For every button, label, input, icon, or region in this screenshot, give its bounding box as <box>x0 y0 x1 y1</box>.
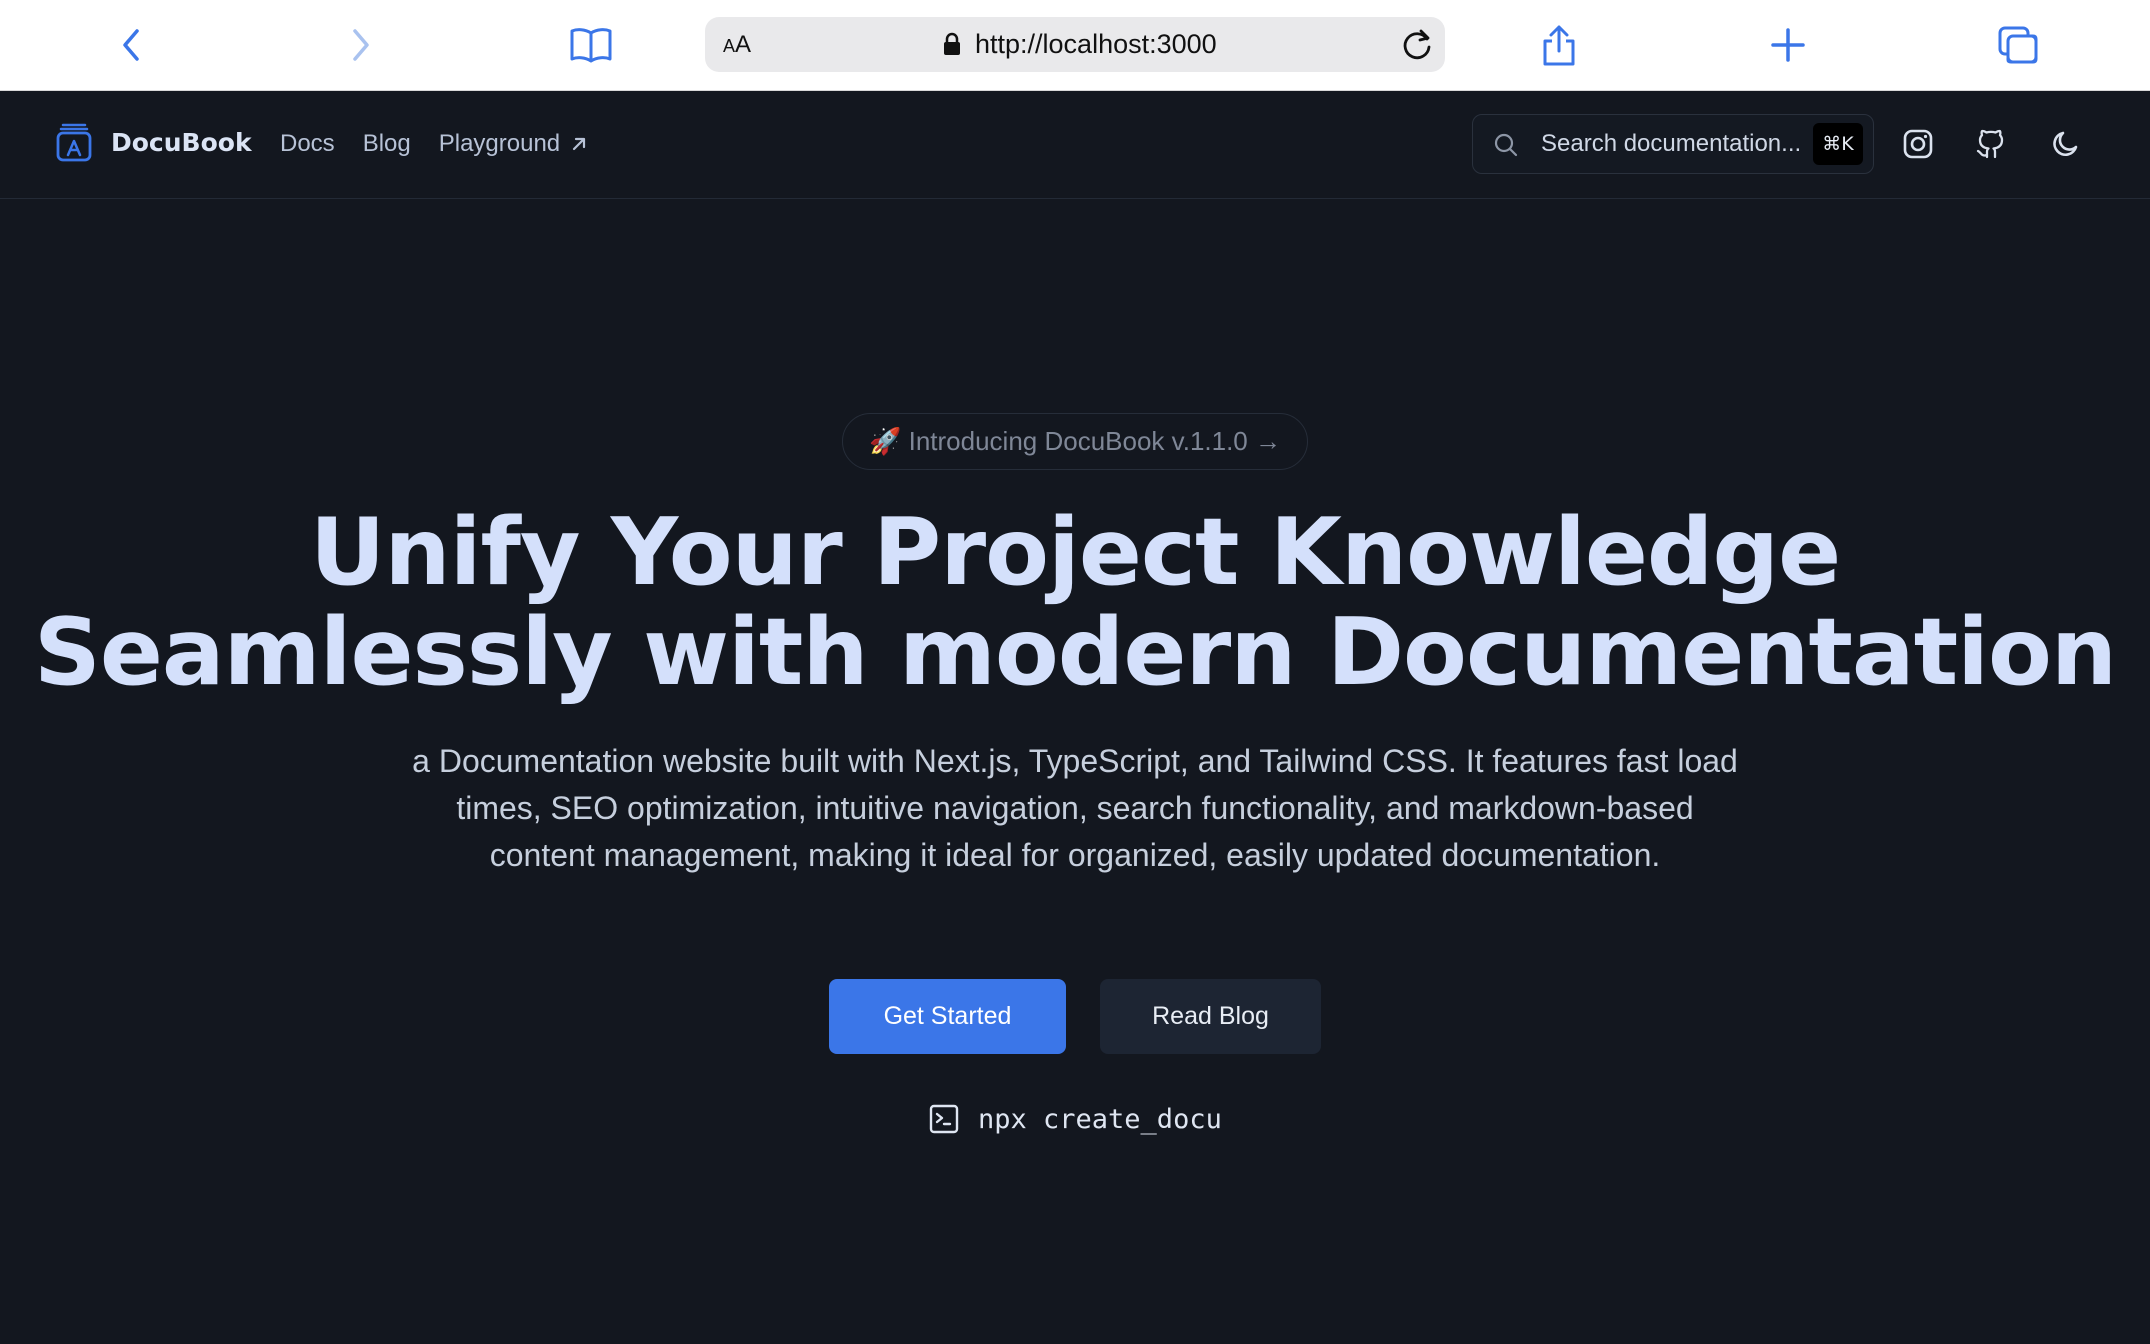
search-box[interactable]: Search documentation... ⌘K <box>1472 114 1874 174</box>
moon-icon[interactable] <box>2045 124 2085 164</box>
lock-icon <box>944 32 960 55</box>
headline-line-1: Unify Your Project Knowledge <box>309 498 1841 606</box>
nav-playground-link[interactable]: Playground <box>439 130 588 158</box>
forward-chevron-icon[interactable] <box>335 20 385 70</box>
install-command-text: npx create_docu <box>978 1103 1222 1135</box>
hero-subtitle: a Documentation website built with Next.… <box>412 743 1738 873</box>
nav-playground-label: Playground <box>438 130 561 157</box>
announcement-badge[interactable]: 🚀 Introducing DocuBook v.1.1.0 → <box>842 413 1308 470</box>
url-text: http://localhost:3000 <box>975 29 1217 59</box>
new-tab-plus-icon[interactable] <box>1763 20 1813 70</box>
main-nav: Docs Blog Playground <box>280 130 588 158</box>
install-command[interactable]: npx create_docu <box>928 1103 1222 1135</box>
tabs-overview-icon[interactable] <box>1993 20 2043 70</box>
back-chevron-icon[interactable] <box>107 20 157 70</box>
terminal-icon <box>929 1104 959 1134</box>
share-icon[interactable] <box>1534 20 1584 70</box>
brand-name: DocuBook <box>111 127 252 157</box>
instagram-icon[interactable] <box>1898 124 1938 164</box>
brand-link[interactable]: DocuBook <box>55 121 252 163</box>
nav-docs-link[interactable]: Docs <box>280 130 335 158</box>
site-header: DocuBook Docs Blog Playground Search doc… <box>0 91 2150 199</box>
reader-text-size-button[interactable]: AA <box>723 31 751 59</box>
search-shortcut-badge: ⌘K <box>1813 123 1863 165</box>
bookmarks-book-icon[interactable] <box>566 20 616 70</box>
reload-icon[interactable] <box>1399 27 1435 63</box>
search-placeholder: Search documentation... <box>1541 130 1802 157</box>
get-started-button[interactable]: Get Started <box>829 979 1066 1054</box>
nav-blog-link[interactable]: Blog <box>363 130 411 158</box>
external-arrow-icon <box>573 137 586 151</box>
search-icon <box>1494 133 1518 157</box>
browser-toolbar: AA http://localhost:3000 <box>0 0 2150 91</box>
address-bar[interactable]: AA http://localhost:3000 <box>705 17 1445 72</box>
hero-headline: Unify Your Project Knowledge Seamlessly … <box>0 502 2150 702</box>
headline-line-2: Seamlessly with modern Documentation <box>33 598 2117 706</box>
github-icon[interactable] <box>1971 124 2011 164</box>
read-blog-button[interactable]: Read Blog <box>1100 979 1321 1054</box>
docubook-logo-icon <box>56 123 92 162</box>
